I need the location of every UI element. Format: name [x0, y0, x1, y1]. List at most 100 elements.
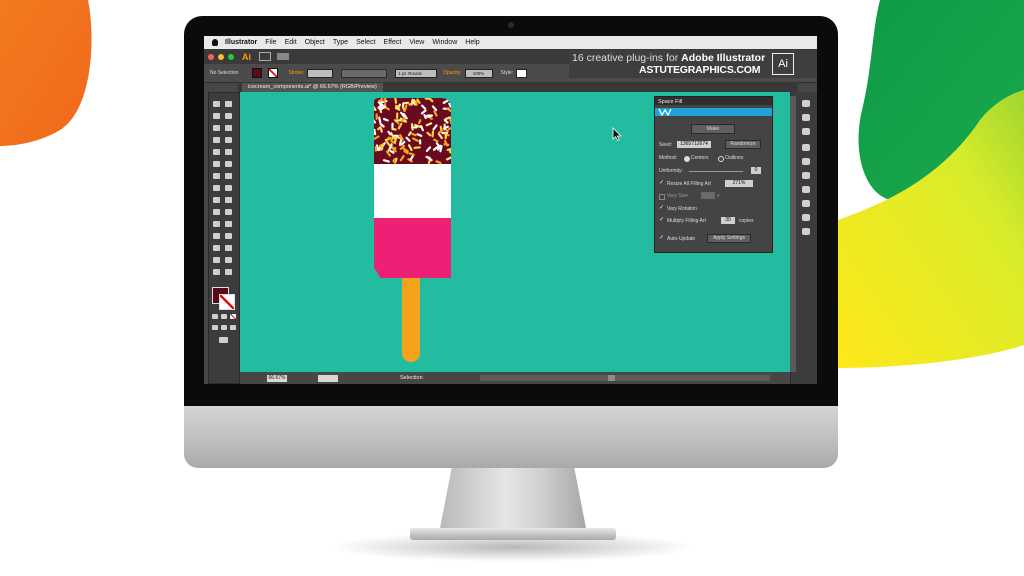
- color-mode-icon[interactable]: [212, 314, 218, 319]
- slice-tool-icon[interactable]: [225, 245, 232, 251]
- menu-object[interactable]: Object: [301, 39, 329, 46]
- variable-width-profile[interactable]: [341, 68, 388, 78]
- screen-mode-icon[interactable]: [219, 337, 228, 343]
- draw-inside-icon[interactable]: [230, 325, 236, 330]
- resize-input[interactable]: 271%: [725, 180, 753, 187]
- stroke-swatch-small[interactable]: [268, 68, 279, 78]
- menu-select[interactable]: Select: [352, 39, 379, 46]
- banner-ai-logo-icon: Ai: [772, 53, 794, 75]
- zoom-tool-icon[interactable]: [225, 257, 232, 263]
- menu-effect[interactable]: Effect: [380, 39, 406, 46]
- pencil-tool-icon[interactable]: [213, 161, 220, 167]
- menu-window[interactable]: Window: [428, 39, 461, 46]
- auto-update-checkbox[interactable]: ✓: [659, 234, 664, 241]
- width-tool-icon[interactable]: [213, 185, 220, 191]
- hand-tool-icon[interactable]: [213, 257, 220, 263]
- layers-panel-icon[interactable]: [802, 228, 810, 235]
- gradient-mode-icon[interactable]: [221, 314, 227, 319]
- lasso-tool-icon[interactable]: [225, 113, 232, 119]
- multiply-input[interactable]: 30: [721, 217, 735, 224]
- symbols-panel-icon[interactable]: [802, 144, 810, 151]
- zoom-field[interactable]: 66.67%: [267, 375, 287, 382]
- print-tiling-tool-icon[interactable]: [225, 269, 232, 275]
- resize-checkbox[interactable]: ✓: [659, 179, 664, 186]
- make-button[interactable]: Make: [691, 124, 735, 134]
- stroke-color-swatch[interactable]: [219, 294, 235, 310]
- symbol-sprayer-tool-icon[interactable]: [213, 233, 220, 239]
- shape-builder-tool-icon[interactable]: [213, 197, 220, 203]
- menu-help[interactable]: Help: [461, 39, 483, 46]
- vary-size-checkbox[interactable]: [659, 194, 665, 200]
- vary-rotation-checkbox[interactable]: ✓: [659, 204, 664, 211]
- type-tool-icon[interactable]: [213, 137, 220, 143]
- menu-file[interactable]: File: [261, 39, 280, 46]
- stroke-weight-field[interactable]: [307, 68, 334, 78]
- fill-swatch-small[interactable]: [252, 68, 263, 78]
- color-panel-icon[interactable]: [802, 158, 810, 165]
- apply-settings-button[interactable]: Apply Settings: [707, 234, 751, 243]
- appearance-panel-icon[interactable]: [802, 100, 810, 107]
- eraser-tool-icon[interactable]: [225, 161, 232, 167]
- close-window-button[interactable]: [208, 53, 214, 60]
- brush-definition[interactable]: 1 pt. Round: [395, 68, 438, 78]
- minimize-window-button[interactable]: [218, 53, 224, 60]
- multiply-checkbox[interactable]: ✓: [659, 216, 664, 223]
- scale-tool-icon[interactable]: [225, 173, 232, 179]
- menu-app-name[interactable]: Illustrator: [221, 39, 261, 46]
- arrange-documents-icon[interactable]: [277, 53, 289, 60]
- menu-type[interactable]: Type: [329, 39, 352, 46]
- uniformity-input[interactable]: 0: [751, 167, 761, 174]
- gradient-tool-icon[interactable]: [225, 209, 232, 215]
- seed-label: Seed:: [659, 142, 673, 148]
- rectangle-tool-icon[interactable]: [213, 149, 220, 155]
- gradient-panel-icon[interactable]: [802, 214, 810, 221]
- brushes-panel-icon[interactable]: [802, 128, 810, 135]
- stroke-label[interactable]: Stroke:: [288, 70, 304, 76]
- vary-size-input[interactable]: [701, 192, 715, 199]
- horizontal-scrollbar[interactable]: [480, 375, 770, 381]
- swatches-panel-icon[interactable]: [802, 172, 810, 179]
- blend-tool-icon[interactable]: [225, 221, 232, 227]
- seed-input[interactable]: 1365712674: [677, 141, 711, 148]
- artboard-tool-icon[interactable]: [213, 245, 220, 251]
- horizontal-scroll-thumb[interactable]: [608, 375, 615, 381]
- transparency-panel-icon[interactable]: [802, 200, 810, 207]
- magic-wand-tool-icon[interactable]: [213, 113, 220, 119]
- stroke-panel-icon[interactable]: [802, 186, 810, 193]
- column-graph-tool-icon[interactable]: [225, 233, 232, 239]
- opacity-label[interactable]: Opacity:: [443, 70, 461, 76]
- randomize-button[interactable]: Randomize: [725, 140, 761, 149]
- graphic-styles-panel-icon[interactable]: [802, 114, 810, 121]
- method-outlines-radio[interactable]: [718, 156, 724, 162]
- curvature-tool-icon[interactable]: [225, 125, 232, 131]
- document-tab[interactable]: icecream_components.ai* @ 66.67% (RGB/Pr…: [242, 83, 383, 92]
- menu-view[interactable]: View: [405, 39, 428, 46]
- status-text[interactable]: Selection: [400, 375, 423, 381]
- direct-selection-tool-icon[interactable]: [225, 101, 232, 107]
- menu-edit[interactable]: Edit: [281, 39, 301, 46]
- rotate-tool-icon[interactable]: [213, 173, 220, 179]
- free-transform-tool-icon[interactable]: [225, 185, 232, 191]
- sprinkle: [413, 146, 421, 149]
- artboard-navigation-field[interactable]: [318, 375, 338, 382]
- bridge-icon[interactable]: [259, 52, 271, 61]
- brush-icon[interactable]: [225, 149, 232, 155]
- eyedropper-tool-icon[interactable]: [213, 221, 220, 227]
- graphic-style-swatch[interactable]: [516, 68, 528, 78]
- pen-tool-icon[interactable]: [213, 125, 220, 131]
- mesh-tool-icon[interactable]: [213, 209, 220, 215]
- draw-normal-icon[interactable]: [212, 325, 218, 330]
- none-mode-icon[interactable]: [230, 314, 236, 319]
- draw-behind-icon[interactable]: [221, 325, 227, 330]
- perspective-grid-tool-icon[interactable]: [225, 197, 232, 203]
- line-tool-icon[interactable]: [225, 137, 232, 143]
- vertical-scrollbar[interactable]: [790, 96, 796, 372]
- auto-update-label: Auto-Update: [667, 236, 696, 242]
- opacity-field[interactable]: 100%: [464, 68, 493, 78]
- scissors-tool-icon[interactable]: [213, 269, 220, 275]
- apple-icon[interactable]: [212, 39, 218, 46]
- method-centers-radio[interactable]: [684, 156, 690, 162]
- selection-tool-icon[interactable]: [213, 101, 220, 107]
- zoom-window-button[interactable]: [228, 53, 234, 60]
- uniformity-slider[interactable]: [689, 171, 743, 172]
